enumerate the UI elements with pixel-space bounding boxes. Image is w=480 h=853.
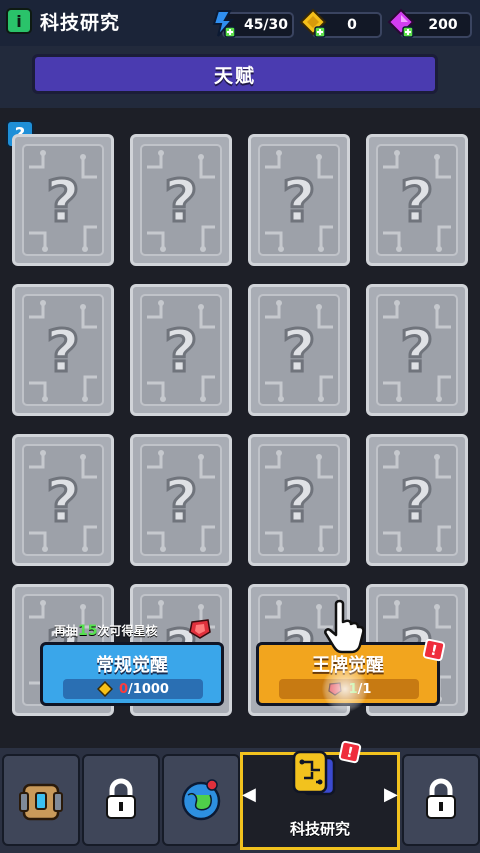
header-title-group: i 科技研究 bbox=[6, 6, 120, 36]
backpack-icon bbox=[19, 783, 63, 821]
energy-value: 45/30 bbox=[243, 17, 289, 33]
talent-title: 天赋 bbox=[213, 64, 256, 87]
locked-talent-card[interactable]: ? bbox=[12, 434, 114, 566]
nav-prev-arrow[interactable]: ◀ bbox=[242, 784, 260, 808]
lock-icon bbox=[426, 778, 456, 819]
circuit-question-icon: ? bbox=[258, 444, 340, 556]
locked-talent-card[interactable]: ? bbox=[12, 134, 114, 266]
circuit-question-icon: ? bbox=[258, 144, 340, 256]
normal-cost-total: /1000 bbox=[128, 681, 169, 697]
nav-tech-research-label: 科技研究 bbox=[289, 820, 350, 838]
tech-alert-badge: ! bbox=[338, 740, 362, 764]
globe-icon bbox=[181, 779, 221, 821]
gold-coin-icon bbox=[298, 8, 328, 38]
card-question-mark: ? bbox=[282, 467, 316, 535]
circuit-question-icon: ? bbox=[140, 444, 222, 556]
draw-hint-suffix: 次可得星核 bbox=[97, 624, 158, 638]
circuit-question-icon: ? bbox=[22, 294, 104, 406]
normal-cost-current: 0 bbox=[119, 681, 129, 697]
nav-world[interactable] bbox=[162, 754, 240, 846]
locked-talent-card[interactable]: ? bbox=[366, 434, 468, 566]
draw-hint-count: 15 bbox=[78, 623, 98, 639]
card-question-mark: ? bbox=[400, 467, 434, 535]
circuit-question-icon: ? bbox=[258, 294, 340, 406]
nav-locked-2[interactable] bbox=[402, 754, 480, 846]
locked-talent-card[interactable]: ? bbox=[130, 284, 232, 416]
card-question-mark: ? bbox=[164, 167, 198, 235]
star-core-icon bbox=[188, 618, 212, 640]
circuit-question-icon: ? bbox=[376, 294, 458, 406]
normal-awaken-label: 常规觉醒 bbox=[96, 655, 168, 676]
locked-talent-card[interactable]: ? bbox=[248, 284, 350, 416]
circuit-question-icon: ? bbox=[376, 144, 458, 256]
card-question-mark: ? bbox=[46, 467, 80, 535]
circuit-question-icon: ? bbox=[140, 144, 222, 256]
info-icon[interactable]: i bbox=[6, 8, 32, 34]
locked-talent-card[interactable]: ? bbox=[248, 134, 350, 266]
hand-pointer-icon bbox=[318, 598, 366, 654]
normal-awaken-cost: 0/1000 bbox=[63, 679, 203, 699]
locked-talent-card[interactable]: ? bbox=[366, 284, 468, 416]
tap-highlight bbox=[322, 666, 368, 712]
card-question-mark: ? bbox=[164, 467, 198, 535]
gem-value: 200 bbox=[428, 17, 458, 33]
energy-bolt-icon bbox=[208, 8, 238, 38]
draw-hint: 再抽15次可得星核 bbox=[54, 622, 158, 639]
purple-gem-icon bbox=[386, 8, 416, 38]
lock-icon bbox=[106, 778, 136, 819]
locked-talent-card[interactable]: ? bbox=[12, 284, 114, 416]
talent-banner: 天赋 bbox=[32, 54, 438, 94]
circuit-question-icon: ? bbox=[22, 144, 104, 256]
card-question-mark: ? bbox=[400, 167, 434, 235]
nav-next-arrow[interactable]: ▶ bbox=[384, 784, 402, 808]
ace-alert-badge: ! bbox=[422, 638, 446, 662]
nav-backpack[interactable] bbox=[2, 754, 80, 846]
circuit-question-icon: ? bbox=[140, 294, 222, 406]
nav-locked-1[interactable] bbox=[82, 754, 160, 846]
card-question-mark: ? bbox=[164, 317, 198, 385]
locked-talent-card[interactable]: ? bbox=[130, 434, 232, 566]
circuit-question-icon: ? bbox=[22, 444, 104, 556]
card-question-mark: ? bbox=[46, 317, 80, 385]
gold-value: 0 bbox=[347, 17, 357, 33]
gold-coin-icon bbox=[97, 681, 113, 697]
card-question-mark: ? bbox=[46, 167, 80, 235]
draw-hint-prefix: 再抽 bbox=[54, 624, 79, 638]
card-question-mark: ? bbox=[282, 167, 316, 235]
card-question-mark: ? bbox=[400, 317, 434, 385]
locked-talent-card[interactable]: ? bbox=[130, 134, 232, 266]
locked-talent-card[interactable]: ? bbox=[248, 434, 350, 566]
circuit-question-icon: ? bbox=[376, 444, 458, 556]
locked-talent-card[interactable]: ? bbox=[366, 134, 468, 266]
tech-chip-icon bbox=[290, 750, 340, 800]
page-title: 科技研究 bbox=[40, 11, 121, 34]
card-question-mark: ? bbox=[282, 317, 316, 385]
normal-awaken-button[interactable]: 常规觉醒 0/1000 bbox=[40, 642, 224, 706]
